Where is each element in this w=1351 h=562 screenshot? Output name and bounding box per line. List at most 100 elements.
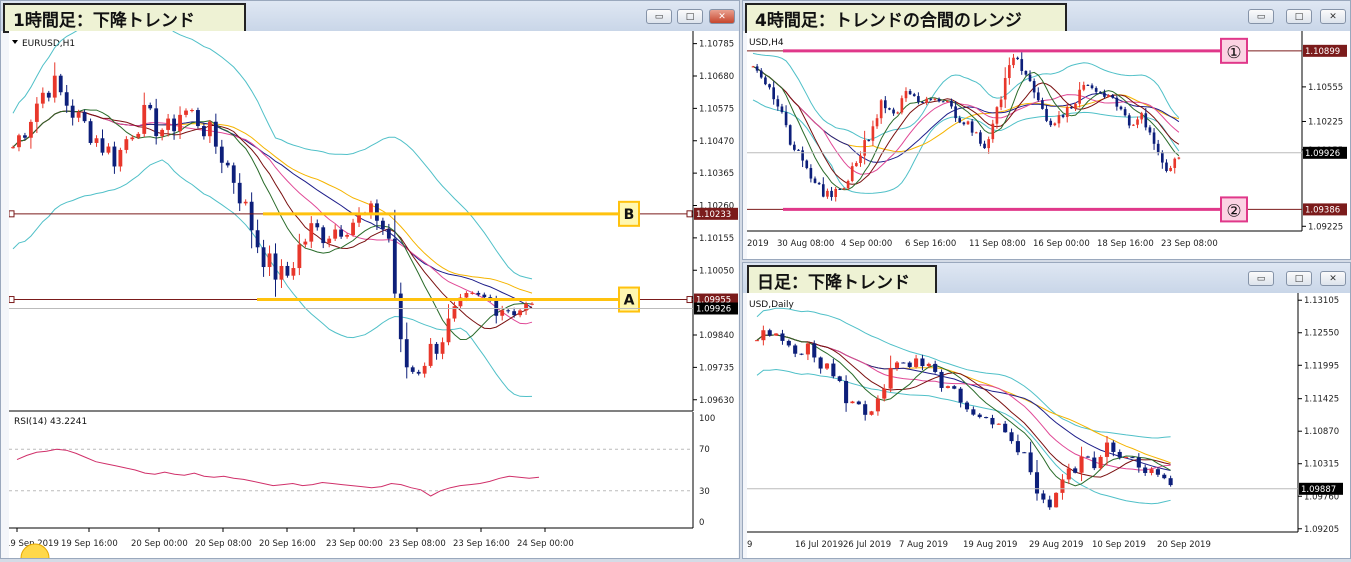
candle-body (249, 201, 254, 231)
rsi-label: RSI(14) 43.2241 (14, 417, 87, 427)
time-tick-label: 7 Aug 2019 (899, 540, 948, 550)
candle-body (925, 98, 928, 103)
candle-body (172, 118, 176, 132)
candle-body (404, 339, 409, 368)
candle-body (812, 343, 817, 358)
price-tick-label: 1.10050 (699, 266, 734, 276)
maximize-button[interactable]: □ (1286, 9, 1312, 24)
candle-body (863, 140, 866, 156)
close-button[interactable]: ✕ (1320, 9, 1346, 24)
candle-body (1073, 468, 1078, 473)
chart-window-h1[interactable]: 1時間足：下降トレンド ▭ □ ✕ EURUSD,H1 1.10785 1.1068… (0, 0, 740, 562)
candle-body (990, 417, 995, 425)
candle-body (995, 107, 999, 124)
candle-body (184, 110, 188, 115)
candle-body (1057, 115, 1061, 124)
candle-body (755, 66, 759, 71)
price-tick-label: 1.11425 (1304, 395, 1339, 405)
candle-body (813, 178, 817, 183)
time-tick-label: 10 Sep 2019 (1092, 540, 1146, 550)
chart-area[interactable]: USD,H41.105551.102251.099551.092251.0992… (747, 31, 1350, 259)
candle-body (285, 265, 290, 276)
time-tick-label: 19 Sep 16:00 (61, 539, 118, 549)
minimize-button[interactable]: ▭ (1248, 271, 1274, 286)
candle-body (333, 229, 338, 239)
close-button[interactable]: ✕ (709, 9, 735, 24)
candle-body (1054, 492, 1059, 508)
time-tick-label: 18 Sep 16:00 (1097, 239, 1154, 249)
candle-body (1066, 468, 1071, 480)
candle-body (875, 398, 880, 412)
candle-body (476, 292, 481, 295)
level-handle (8, 210, 15, 218)
candle-body (888, 108, 891, 110)
close-button[interactable]: ✕ (1320, 271, 1346, 286)
minimize-button[interactable]: ▭ (646, 9, 672, 24)
candle-body (416, 371, 421, 374)
candle-body (921, 101, 924, 103)
maximize-button[interactable]: □ (677, 9, 703, 24)
candle-body (100, 138, 105, 153)
price-chart-svg: EURUSD,H1 1.10785 1.10680 1.10575 1.10470 1.1… (5, 19, 738, 562)
price-plot-bg (747, 31, 1350, 231)
candle-body (939, 371, 944, 388)
candle-body (834, 188, 838, 198)
candle-body (1020, 59, 1024, 71)
candle-body (1060, 479, 1065, 493)
candle-body (1098, 456, 1103, 469)
maximize-button[interactable]: □ (1286, 271, 1312, 286)
candle-body (1065, 107, 1069, 118)
candle-body (1115, 97, 1119, 107)
candle-body (297, 244, 302, 269)
candle-body (518, 310, 523, 316)
candle-body (23, 135, 27, 138)
rsi-tick-label: 0 (699, 518, 704, 528)
candle-body (309, 223, 314, 242)
candle-body (896, 112, 900, 114)
candle-body (788, 125, 792, 145)
candle-body (809, 168, 813, 179)
candle-body (907, 362, 912, 367)
candle-body (1079, 456, 1084, 473)
symbol-label: EURUSD,H1 (22, 39, 75, 49)
candle-body (124, 139, 129, 150)
chart-area[interactable]: USD,Daily 1.13105 1.12550 1.11995 1.11425 1.1… (747, 293, 1350, 558)
time-tick-label: 11 Sep 08:00 (969, 239, 1026, 249)
chart-window-h4[interactable]: 4時間足：トレンドの合間のレンジ ▭ □ ✕ USD,H4 1.10555 1.10… (742, 0, 1351, 260)
candle-body (1136, 457, 1141, 468)
candle-body (327, 238, 332, 244)
candle-body (1148, 127, 1152, 133)
candle-body (801, 150, 804, 161)
chart-area[interactable]: EURUSD,H1 1.10785 1.10680 1.10575 1.10470 1.1… (5, 19, 738, 562)
price-tick-label: 1.10470 (699, 137, 734, 147)
candle-body (1070, 107, 1073, 109)
time-tick-label: 9 (747, 540, 752, 550)
minimize-button[interactable]: ▭ (1248, 9, 1274, 24)
candle-body (776, 99, 780, 107)
price-tick-label: 1.10575 (699, 104, 734, 114)
candle-body (1103, 92, 1106, 97)
price-tick-label: 1.10315 (1304, 460, 1339, 470)
candle-body (1155, 469, 1160, 475)
level-handle (8, 296, 15, 304)
candle-body (818, 357, 823, 369)
chart-window-daily[interactable]: 日足：下降トレンド ▭ □ ✕ USD,Daily 1.13105 1.12550 1… (742, 262, 1351, 559)
candle-body (1047, 499, 1052, 508)
candle-body (894, 362, 900, 368)
time-tick-label: 20 Sep 00:00 (131, 539, 188, 549)
candle-body (979, 132, 982, 144)
candle-body (793, 144, 796, 150)
candle-body (1032, 81, 1036, 93)
time-tick-label: 24 Sep 00:00 (517, 539, 574, 549)
candle-body (273, 253, 278, 280)
candle-body (1152, 132, 1156, 144)
candle-body (410, 367, 415, 372)
candle-body (1008, 65, 1011, 79)
time-tick-label: 23 Sep 08:00 (1161, 239, 1218, 249)
candle-body (243, 201, 248, 204)
candle-body (817, 182, 821, 185)
candle-body (855, 163, 858, 167)
candle-body (842, 188, 846, 190)
candle-body (386, 228, 391, 239)
candle-body (937, 98, 941, 102)
